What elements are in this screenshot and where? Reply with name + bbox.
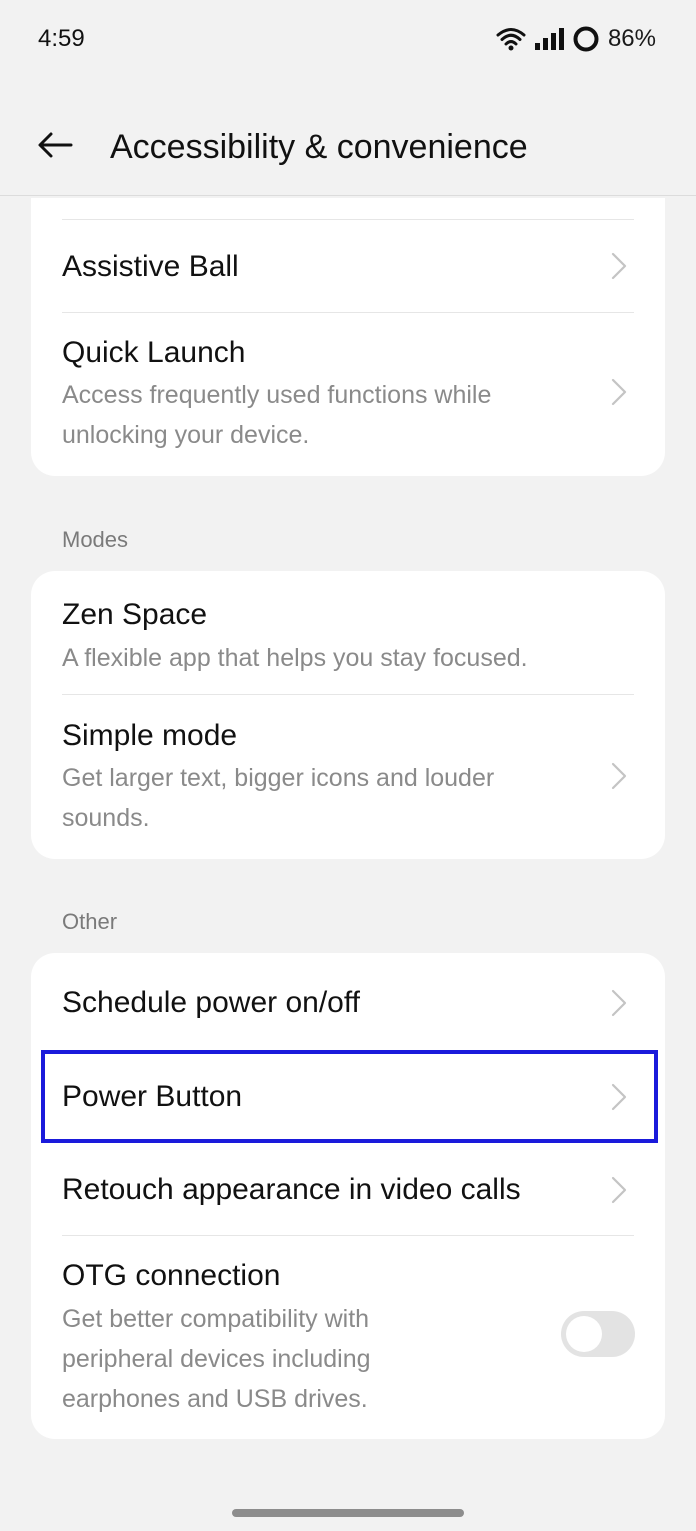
item-description: Get larger text, bigger icons and louder… [62,764,495,832]
wifi-icon [496,27,526,51]
chevron-right-icon [611,252,627,280]
item-title: Quick Launch [62,336,246,369]
modes-card: Zen Space A flexible app that helps you … [31,571,665,859]
top-card: Assistive Ball Quick Launch Access frequ… [31,198,665,476]
list-item-retouch-video[interactable]: Retouch appearance in video calls [31,1143,665,1235]
list-item-schedule-power[interactable]: Schedule power on/off [31,953,665,1051]
otg-toggle[interactable] [561,1311,635,1357]
section-label-modes: Modes [62,527,129,552]
chevron-right-icon [611,378,627,406]
status-icons: 86% [496,25,656,53]
list-item-simple-mode[interactable]: Simple mode Get larger text, bigger icon… [31,695,665,859]
item-description: Access frequently used functions while u… [62,381,492,449]
item-title: Assistive Ball [62,250,239,283]
battery-ring-icon [572,25,600,53]
chevron-right-icon [611,762,627,790]
back-button[interactable] [0,100,110,196]
home-indicator[interactable] [232,1509,464,1517]
list-item-assistive-ball[interactable]: Assistive Ball [31,220,665,312]
status-time: 4:59 [38,25,85,52]
section-label-other: Other [62,909,118,934]
item-description: A flexible app that helps you stay focus… [62,644,528,672]
app-bar: Accessibility & convenience [0,100,696,196]
item-description: Get better compatibility with peripheral… [62,1305,371,1413]
back-arrow-icon [37,131,73,164]
item-title: Simple mode [62,719,238,752]
other-card: Schedule power on/off Power Button Retou… [31,953,665,1439]
item-title: OTG connection [62,1259,281,1292]
item-title: Zen Space [62,598,208,631]
list-item-zen-space[interactable]: Zen Space A flexible app that helps you … [31,571,665,694]
highlight-box [41,1050,658,1143]
status-bar: 4:59 86% [0,0,696,78]
list-item-quick-launch[interactable]: Quick Launch Access frequently used func… [31,313,665,476]
item-title: Schedule power on/off [62,986,360,1019]
list-item-otg-connection: OTG connection Get better compatibility … [31,1236,665,1439]
battery-percent: 86% [607,25,656,52]
toggle-knob [566,1316,602,1352]
chevron-right-icon [611,989,627,1017]
chevron-right-icon [611,1176,627,1204]
item-title: Retouch appearance in video calls [62,1173,521,1206]
page-title: Accessibility & convenience [110,128,528,166]
signal-icon [534,28,564,50]
